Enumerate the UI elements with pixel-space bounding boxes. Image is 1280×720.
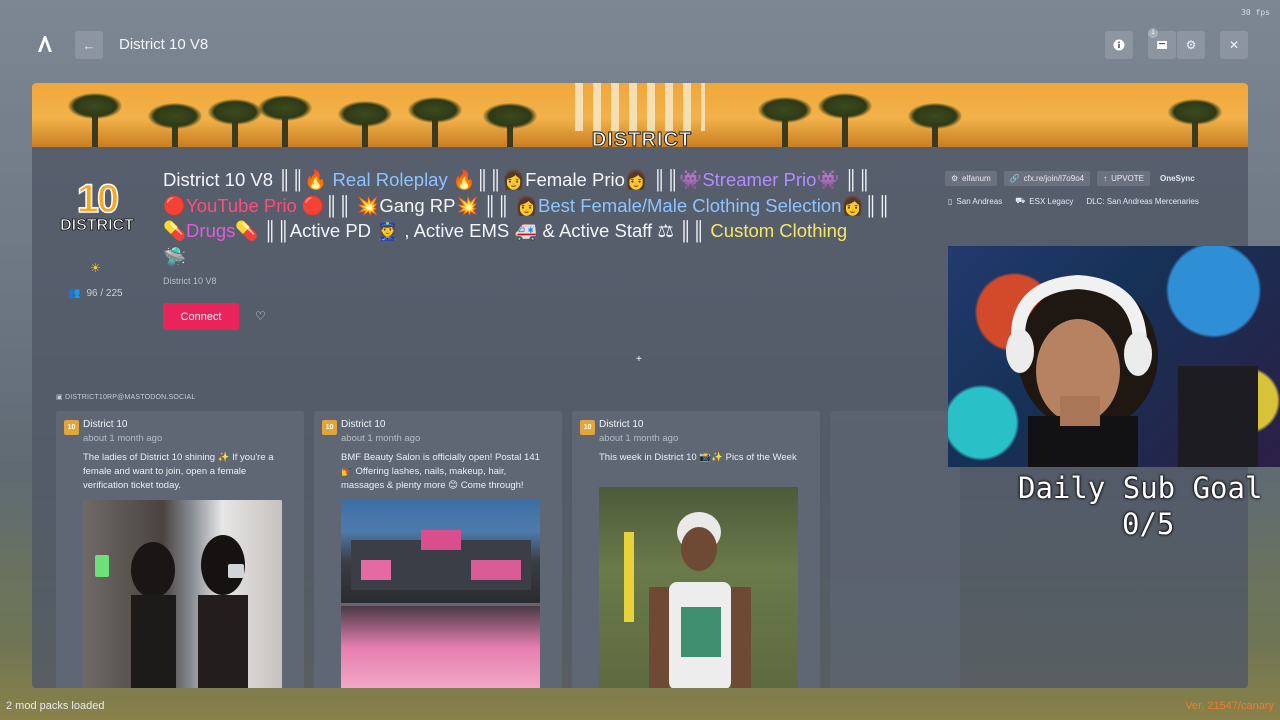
sub-goal-value: 0/5 <box>1122 507 1175 541</box>
settings-button[interactable]: ⚙ <box>1177 31 1205 59</box>
notification-badge: 1 <box>1148 28 1158 38</box>
back-button[interactable]: ← <box>75 31 103 59</box>
tag-dlc: DLC: San Andreas Mercenaries <box>1086 196 1199 206</box>
post-text: BMF Beauty Salon is officially open! Pos… <box>341 452 540 491</box>
sub-goal-overlay: Daily Sub Goal 0/5 <box>1018 470 1280 542</box>
webcam-overlay <box>948 246 1280 467</box>
map-icon: ▯ <box>948 196 953 206</box>
server-logo: 10 DISTRICT <box>60 177 135 234</box>
tag-gamemode: ⛟ ESX Legacy <box>1015 196 1074 206</box>
mastodon-icon: ▣ <box>56 394 63 401</box>
arrow-up-icon: ↑ <box>1103 174 1108 183</box>
server-subtitle: District 10 V8 <box>163 276 217 286</box>
sub-goal-title: Daily Sub Goal <box>1018 471 1263 505</box>
car-icon: ⛟ <box>1015 196 1026 205</box>
sun-icon: ☀ <box>90 261 101 275</box>
post-image[interactable] <box>341 606 540 688</box>
post-image[interactable] <box>341 500 540 603</box>
feed-label: ▣ DISTRICT10RP@MASTODON.SOCIAL <box>56 394 196 401</box>
tag-owner[interactable]: ⚙ elfanum <box>945 171 997 186</box>
server-tags: ⚙ elfanum 🔗 cfx.re/join/l7o9o4 ↑ UPVOTE One… <box>945 171 1235 209</box>
version-label: Ver. 21547/canary <box>1185 700 1274 712</box>
banner-district-logo: DISTRICT <box>567 83 717 152</box>
link-icon: 🔗 <box>1009 174 1020 183</box>
post-time: about 1 month ago <box>83 433 163 444</box>
gear-icon: ⚙ <box>1185 38 1197 52</box>
post-image[interactable] <box>83 500 282 688</box>
tag-icon: ⚙ <box>951 174 959 183</box>
status-mod-packs: 2 mod packs loaded <box>6 700 105 712</box>
feed-post[interactable]: 10 District 10 about 1 month ago The lad… <box>56 411 304 688</box>
feed-post[interactable]: 10 District 10 about 1 month ago BMF Bea… <box>314 411 562 688</box>
fivem-logo-icon[interactable] <box>36 34 54 54</box>
avatar: 10 <box>322 420 337 435</box>
post-time: about 1 month ago <box>599 433 679 444</box>
post-time: about 1 month ago <box>341 433 421 444</box>
upvote-button[interactable]: ↑ UPVOTE <box>1097 171 1150 186</box>
tag-onesync: OneSync <box>1160 174 1195 183</box>
post-text: This week in District 10 📸✨ Pics of the … <box>599 452 797 463</box>
post-text: The ladies of District 10 shining ✨ If y… <box>83 452 274 491</box>
post-image[interactable] <box>599 487 798 688</box>
server-description: District 10 V8 ║║🔥 Real Roleplay 🔥║║👩Fem… <box>163 169 891 267</box>
post-author: District 10 <box>83 419 128 430</box>
close-icon: ✕ <box>1228 38 1240 52</box>
top-bar: ← District 10 V8 1 ⚙ ✕ <box>0 0 1280 90</box>
arrow-left-icon: ← <box>82 37 96 53</box>
avatar: 10 <box>64 420 79 435</box>
info-button[interactable] <box>1105 31 1133 59</box>
player-count: 👥 96 / 225 <box>68 288 123 299</box>
tag-map: ▯ San Andreas <box>948 196 1003 206</box>
tag-join-url[interactable]: 🔗 cfx.re/join/l7o9o4 <box>1003 171 1091 186</box>
inbox-icon <box>1157 41 1167 49</box>
users-icon: 👥 <box>68 288 81 299</box>
connect-button[interactable]: Connect <box>163 303 239 330</box>
avatar: 10 <box>580 420 595 435</box>
crosshair-cursor-icon: + <box>636 354 642 365</box>
feed-post-partial[interactable] <box>830 411 960 688</box>
info-icon <box>1113 39 1125 51</box>
post-author: District 10 <box>341 419 386 430</box>
post-author: District 10 <box>599 419 644 430</box>
server-banner: DISTRICT <box>32 83 1248 152</box>
page-title: District 10 V8 <box>119 36 209 53</box>
favorite-heart-icon[interactable]: ♡ <box>255 309 266 323</box>
feed-post[interactable]: 10 District 10 about 1 month ago This we… <box>572 411 820 688</box>
close-button[interactable]: ✕ <box>1220 31 1248 59</box>
